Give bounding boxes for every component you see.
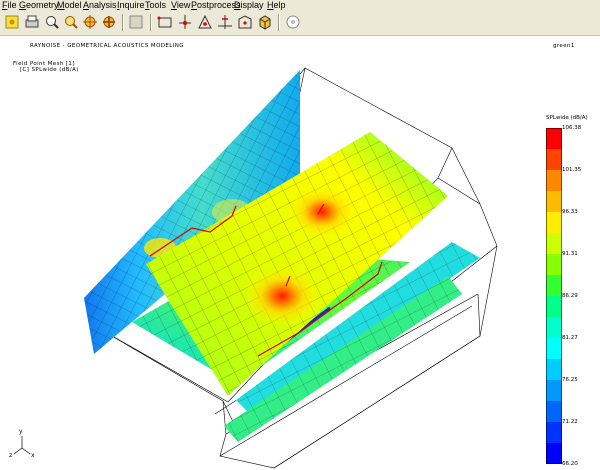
axis-triad	[13, 436, 31, 455]
menu-analysis[interactable]: Analysis	[83, 0, 117, 11]
legend-swatch	[546, 233, 562, 255]
legend-swatch	[546, 212, 562, 234]
legend-swatch	[546, 380, 562, 402]
cut-plane-icon[interactable]	[216, 13, 234, 31]
legend-swatch	[546, 317, 562, 339]
menu-file[interactable]: File	[2, 0, 17, 11]
legend-label: 106.38	[562, 125, 582, 131]
legend-swatch	[546, 128, 562, 150]
legend-swatch	[546, 191, 562, 213]
axis-y-label: y	[19, 428, 23, 435]
legend-swatch	[546, 338, 562, 360]
pan-icon[interactable]	[100, 13, 118, 31]
legend-swatch	[546, 359, 562, 381]
toolbar	[0, 11, 600, 36]
blank-icon[interactable]	[127, 13, 145, 31]
legend-swatch	[546, 275, 562, 297]
viewport[interactable]: RAYNOISE - GEOMETRICAL ACOUSTICS MODELIN…	[0, 36, 600, 470]
frame-icon[interactable]	[236, 13, 254, 31]
node-pick-icon[interactable]	[176, 13, 194, 31]
legend-swatch	[546, 254, 562, 276]
print-icon[interactable]	[23, 13, 41, 31]
menu-help[interactable]: Help	[267, 0, 286, 11]
rotate-icon[interactable]	[81, 13, 99, 31]
select-box-icon[interactable]	[156, 13, 174, 31]
legend-label: 86.29	[562, 293, 578, 299]
element-pick-icon[interactable]	[196, 13, 214, 31]
toolbar-separator	[150, 14, 152, 31]
menu-bar: File Geometry Model Analysis Inquire Tools Vie…	[0, 0, 600, 11]
model-name: green1	[553, 43, 575, 49]
legend-label: 81.27	[562, 335, 578, 341]
model-view[interactable]	[0, 36, 540, 470]
legend-colorbar	[546, 128, 562, 464]
menu-tools[interactable]: Tools	[145, 0, 166, 11]
legend-label: 101.35	[562, 167, 582, 173]
zoom-fit-icon[interactable]	[62, 13, 80, 31]
legend-swatch	[546, 149, 562, 171]
legend-label: 96.33	[562, 209, 578, 215]
legend-swatch	[546, 401, 562, 423]
menu-view[interactable]: View	[171, 0, 190, 11]
legend-swatch	[546, 443, 562, 464]
legend-label: 91.31	[562, 251, 578, 257]
menu-inquire[interactable]: Inquire	[117, 0, 145, 11]
legend-label: 66.20	[562, 461, 578, 467]
toolbar-separator	[122, 14, 124, 31]
zoom-icon[interactable]	[43, 13, 61, 31]
axis-x-label: x	[31, 452, 35, 459]
toolbar-separator	[278, 14, 280, 31]
legend-swatch	[546, 170, 562, 192]
menu-display[interactable]: Display	[234, 0, 264, 11]
legend-label: 71.22	[562, 419, 578, 425]
legend-label: 76.25	[562, 377, 578, 383]
menu-geometry[interactable]: Geometry	[19, 0, 59, 11]
legend-swatch	[546, 296, 562, 318]
legend-swatch	[546, 422, 562, 444]
legend-title: SPLwide (dB/A)	[546, 115, 588, 121]
menu-model[interactable]: Model	[57, 0, 82, 11]
new-icon[interactable]	[3, 13, 21, 31]
axis-z-label: z	[9, 452, 13, 459]
cube-icon[interactable]	[256, 13, 274, 31]
stop-icon[interactable]	[284, 13, 302, 31]
